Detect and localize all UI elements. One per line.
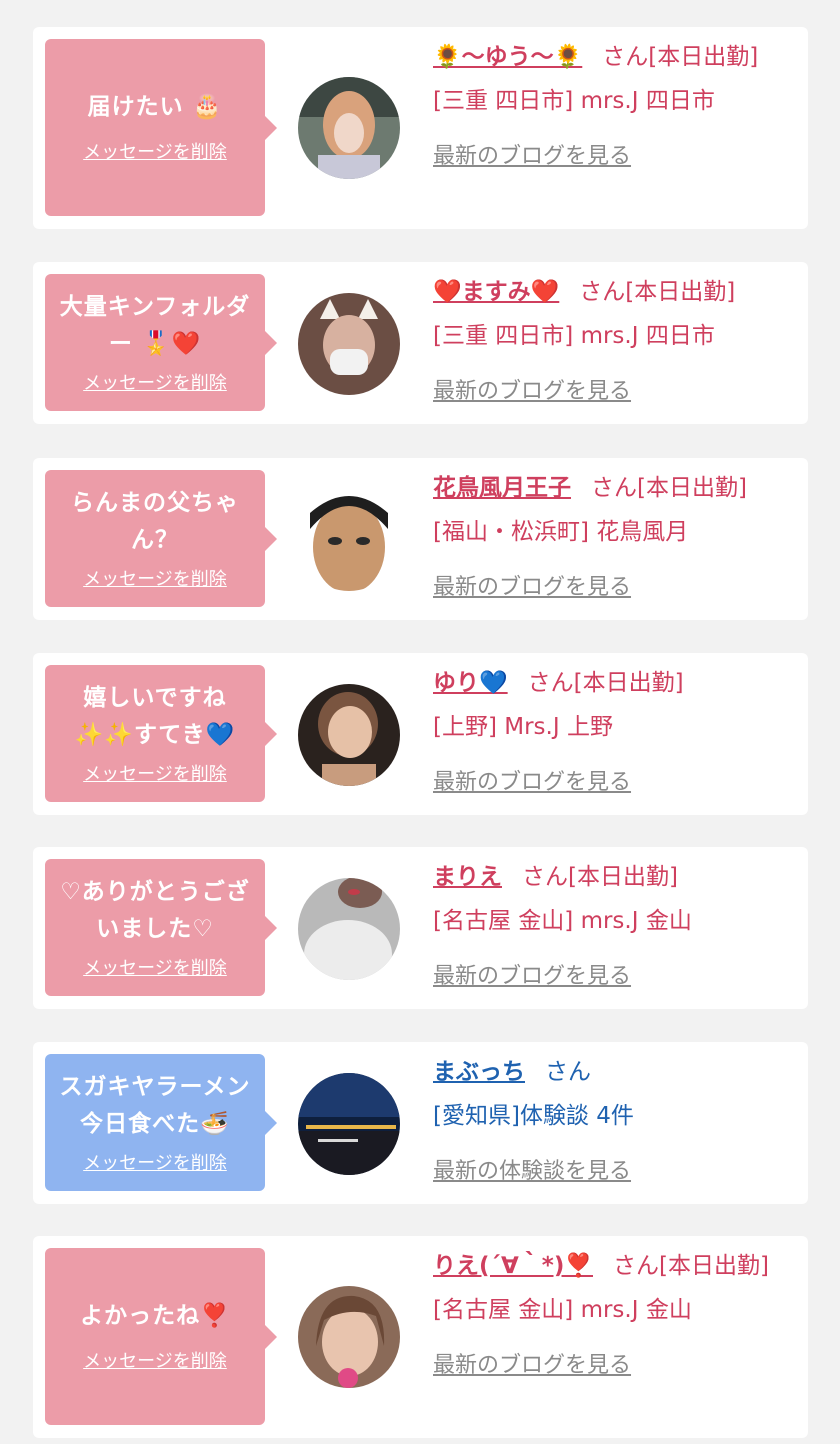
- latest-blog-link[interactable]: 最新のブログを見る: [433, 136, 793, 177]
- girl-name-link[interactable]: りえ(´∀｀*)❣️: [433, 1253, 593, 1279]
- latest-review-link[interactable]: 最新の体験談を見る: [433, 1151, 793, 1192]
- latest-blog-link[interactable]: 最新のブログを見る: [433, 567, 793, 608]
- message-bubble: ♡ありがとうございました♡ メッセージを削除: [45, 859, 277, 996]
- profile-info: 花鳥風月王子 さん[本日出勤] [福山・松浜町] 花鳥風月 最新のブログを見る: [433, 468, 793, 608]
- shop-label: [名古屋 金山] mrs.J 金山: [433, 908, 692, 934]
- profile-info: まぶっち さん [愛知県]体験談 4件 最新の体験談を見る: [433, 1052, 793, 1192]
- message-list: 届けたい 🎂 メッセージを削除 🌻〜ゆう〜🌻 さん[本日出勤] [三重 四日市] …: [0, 0, 840, 1444]
- girl-name-link[interactable]: ❤️ますみ❤️: [433, 279, 559, 305]
- message-bubble: スガキヤラーメン今日食べた🍜 メッセージを削除: [45, 1054, 277, 1191]
- review-count-label: [愛知県]体験談 4件: [433, 1103, 634, 1129]
- girl-name-link[interactable]: 花鳥風月王子: [433, 475, 571, 501]
- message-bubble: 嬉しいですね ✨✨すてき💙 メッセージを削除: [45, 665, 277, 802]
- message-text: スガキヤラーメン今日食べた🍜: [59, 1073, 251, 1137]
- shop-label: [三重 四日市] mrs.J 四日市: [433, 88, 715, 114]
- delete-message-link[interactable]: メッセージを削除: [83, 138, 227, 164]
- delete-message-link[interactable]: メッセージを削除: [83, 954, 227, 980]
- profile-info: ゆり💙 さん[本日出勤] [上野] Mrs.J 上野 最新のブログを見る: [433, 663, 793, 803]
- message-text: らんまの父ちゃん？: [71, 489, 239, 553]
- woman-cat-ears-photo-icon: [298, 293, 400, 395]
- girl-name-link[interactable]: まりえ: [433, 864, 502, 890]
- message-card: 大量キンフォルダー 🎖️❤️ メッセージを削除 ❤️ますみ❤️ さん[本日出勤] …: [33, 262, 808, 424]
- girl-name-link[interactable]: 🌻〜ゆう〜🌻: [433, 44, 582, 70]
- man-face-photo-icon: [298, 489, 400, 591]
- honorific-status: さん[本日出勤]: [602, 44, 759, 70]
- honorific-status: さん[本日出勤]: [522, 864, 678, 890]
- message-bubble: よかったね❣️ メッセージを削除: [45, 1248, 277, 1425]
- woman-white-photo-icon: [298, 878, 400, 980]
- message-card: スガキヤラーメン今日食べた🍜 メッセージを削除 まぶっち さん [愛知県]体験談 …: [33, 1042, 808, 1204]
- message-bubble: 届けたい 🎂 メッセージを削除: [45, 39, 277, 216]
- message-card: 嬉しいですね ✨✨すてき💙 メッセージを削除 ゆり💙 さん[本日出勤] [上野] …: [33, 653, 808, 815]
- avatar[interactable]: [298, 878, 400, 980]
- latest-blog-link[interactable]: 最新のブログを見る: [433, 956, 793, 997]
- message-card: よかったね❣️ メッセージを削除 りえ(´∀｀*)❣️ さん[本日出勤] [名古屋…: [33, 1236, 808, 1438]
- message-text: ♡ありがとうございました♡: [60, 878, 250, 942]
- girl-name-link[interactable]: ゆり💙: [433, 670, 508, 696]
- shop-label: [福山・松浜町] 花鳥風月: [433, 519, 689, 545]
- honorific-status: さん[本日出勤]: [579, 279, 736, 305]
- delete-message-link[interactable]: メッセージを削除: [83, 760, 227, 786]
- latest-blog-link[interactable]: 最新のブログを見る: [433, 762, 793, 803]
- message-card: 届けたい 🎂 メッセージを削除 🌻〜ゆう〜🌻 さん[本日出勤] [三重 四日市] …: [33, 27, 808, 229]
- message-bubble: 大量キンフォルダー 🎖️❤️ メッセージを削除: [45, 274, 277, 411]
- latest-blog-link[interactable]: 最新のブログを見る: [433, 1345, 793, 1386]
- user-name-link[interactable]: まぶっち: [433, 1059, 525, 1085]
- message-text: 大量キンフォルダー 🎖️❤️: [59, 293, 251, 357]
- avatar[interactable]: [298, 77, 400, 179]
- message-text: よかったね❣️: [80, 1303, 230, 1329]
- woman-photo-icon: [298, 77, 400, 179]
- avatar[interactable]: [298, 489, 400, 591]
- latest-blog-link[interactable]: 最新のブログを見る: [433, 371, 793, 412]
- woman-smiling-photo-icon: [298, 684, 400, 786]
- profile-info: りえ(´∀｀*)❣️ さん[本日出勤] [名古屋 金山] mrs.J 金山 最新の…: [433, 1246, 793, 1386]
- profile-info: ❤️ますみ❤️ さん[本日出勤] [三重 四日市] mrs.J 四日市 最新のブロ…: [433, 272, 793, 412]
- message-card: らんまの父ちゃん？ メッセージを削除 花鳥風月王子 さん[本日出勤] [福山・松浜…: [33, 458, 808, 620]
- avatar[interactable]: [298, 1073, 400, 1175]
- message-text: 嬉しいですね ✨✨すてき💙: [74, 684, 236, 748]
- message-card: ♡ありがとうございました♡ メッセージを削除 まりえ さん[本日出勤] [名古屋 …: [33, 847, 808, 1009]
- woman-blurred-photo-icon: [298, 1286, 400, 1388]
- avatar[interactable]: [298, 684, 400, 786]
- avatar[interactable]: [298, 1286, 400, 1388]
- profile-info: まりえ さん[本日出勤] [名古屋 金山] mrs.J 金山 最新のブログを見る: [433, 857, 793, 997]
- shop-label: [上野] Mrs.J 上野: [433, 714, 613, 740]
- delete-message-link[interactable]: メッセージを削除: [83, 565, 227, 591]
- delete-message-link[interactable]: メッセージを削除: [83, 369, 227, 395]
- profile-info: 🌻〜ゆう〜🌻 さん[本日出勤] [三重 四日市] mrs.J 四日市 最新のブログ…: [433, 37, 793, 177]
- message-text: 届けたい 🎂: [87, 94, 223, 120]
- delete-message-link[interactable]: メッセージを削除: [83, 1149, 227, 1175]
- shop-label: [名古屋 金山] mrs.J 金山: [433, 1297, 692, 1323]
- honorific-status: さん[本日出勤]: [613, 1253, 769, 1279]
- message-bubble: らんまの父ちゃん？ メッセージを削除: [45, 470, 277, 607]
- shop-label: [三重 四日市] mrs.J 四日市: [433, 323, 715, 349]
- night-city-photo-icon: [298, 1073, 400, 1175]
- honorific-status: さん[本日出勤]: [591, 475, 747, 501]
- delete-message-link[interactable]: メッセージを削除: [83, 1347, 227, 1373]
- avatar[interactable]: [298, 293, 400, 395]
- honorific: さん: [545, 1059, 591, 1085]
- honorific-status: さん[本日出勤]: [527, 670, 684, 696]
